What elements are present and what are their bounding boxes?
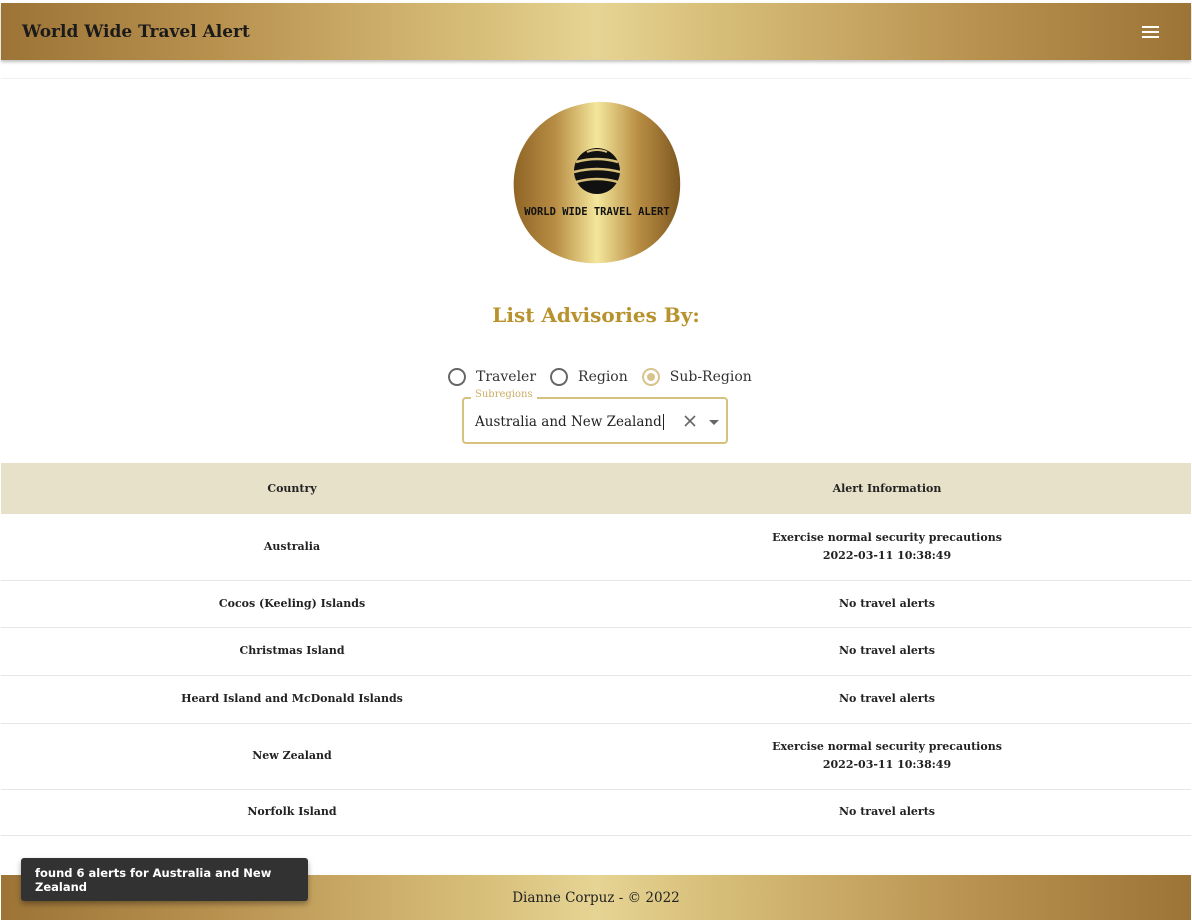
country-cell: New Zealand: [1, 723, 583, 790]
logo: WORLD WIDE TRAVEL ALERT: [512, 100, 682, 265]
menu-icon[interactable]: [1139, 20, 1163, 44]
footer-text: Dianne Corpuz - © 2022: [512, 889, 680, 906]
radio-region[interactable]: Region: [550, 368, 642, 386]
page: World Wide Travel Alert WORLD WIDE TRAVE…: [0, 0, 1192, 922]
column-header-alert: Alert Information: [832, 482, 942, 495]
alert-date: 2022-03-11 10:38:49: [822, 548, 952, 562]
snackbar-message: found 6 alerts for Australia and New Zea…: [35, 865, 272, 894]
column-header-country: Country: [267, 482, 317, 495]
radio-region-circle[interactable]: [550, 368, 569, 386]
alert-cell: No travel alerts: [583, 675, 1191, 724]
radio-traveler[interactable]: Traveler: [448, 368, 550, 386]
table-row: Cocos (Keeling) Islands No travel alerts: [1, 580, 1191, 628]
alert-date: 2022-03-11 10:38:49: [822, 758, 952, 771]
subregion-select[interactable]: Subregions Australia and New Zealand: [462, 389, 728, 444]
section-heading: List Advisories By:: [492, 303, 700, 327]
snackbar: found 6 alerts for Australia and New Zea…: [21, 858, 308, 901]
alert-cell: Exercise normal security precautions 202…: [583, 514, 1191, 581]
alert-cell: No travel alerts: [583, 627, 1191, 676]
table-row: Christmas Island No travel alerts: [1, 627, 1191, 676]
divider: [1, 78, 1191, 79]
country-cell: Australia: [1, 514, 583, 581]
table-row: Heard Island and McDonald Islands No tra…: [1, 675, 1191, 724]
radio-sub-region-label: Sub-Region: [669, 369, 752, 385]
table-header-row: Country Alert Information: [1, 463, 1191, 514]
radio-sub-region-circle[interactable]: [641, 368, 660, 386]
alert-text: Exercise normal security precautions: [772, 530, 1002, 544]
country-cell: Christmas Island: [1, 627, 583, 676]
subregion-select-value[interactable]: Australia and New Zealand: [475, 414, 664, 430]
alerts-table: Country Alert Information Australia Exer…: [1, 463, 1191, 836]
radio-traveler-label: Traveler: [476, 369, 537, 385]
globe-icon: [573, 148, 621, 194]
country-cell: Heard Island and McDonald Islands: [1, 675, 583, 724]
radio-group: Traveler Region Sub-Region: [448, 368, 766, 386]
radio-traveler-circle[interactable]: [448, 368, 466, 386]
radio-region-label: Region: [578, 369, 628, 385]
app-bar: World Wide Travel Alert: [1, 3, 1191, 60]
radio-sub-region[interactable]: Sub-Region: [641, 368, 766, 386]
table-row: Norfolk Island No travel alerts: [1, 789, 1191, 836]
clear-icon[interactable]: [683, 414, 697, 428]
alert-text: Exercise normal security precautions: [772, 740, 1002, 753]
country-cell: Norfolk Island: [1, 789, 583, 836]
alert-cell: No travel alerts: [583, 580, 1191, 628]
logo-text: WORLD WIDE TRAVEL ALERT: [524, 206, 669, 218]
chevron-down-icon[interactable]: [709, 420, 719, 425]
alert-cell: Exercise normal security precautions 202…: [583, 723, 1191, 790]
alert-cell: No travel alerts: [583, 789, 1191, 836]
logo-image: WORLD WIDE TRAVEL ALERT: [513, 101, 681, 264]
subregion-select-label: Subregions: [471, 389, 537, 400]
table-row: Australia Exercise normal security preca…: [1, 514, 1191, 581]
country-cell: Cocos (Keeling) Islands: [1, 580, 583, 628]
app-title: World Wide Travel Alert: [22, 21, 250, 42]
table-row: New Zealand Exercise normal security pre…: [1, 723, 1191, 790]
